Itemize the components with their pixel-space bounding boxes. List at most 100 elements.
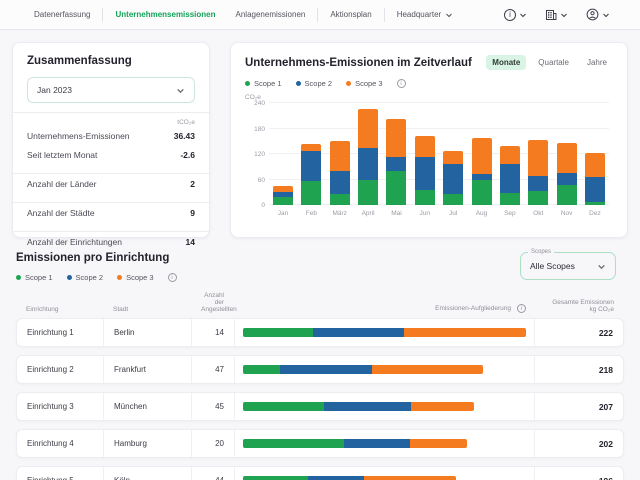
bar-columns: Jan Feb März April Mai Jun Jul Aug Sep Okt Nov Dez bbox=[269, 103, 609, 217]
legend-label: Scope 2 bbox=[75, 273, 104, 282]
timechart-card: Unternehmens-Emissionen im Zeitverlauf M… bbox=[230, 42, 628, 238]
segment-scope-3 bbox=[301, 144, 322, 152]
nav-item-unternehmensemissionen[interactable]: Unternehmensemissionen bbox=[105, 10, 225, 19]
facility-employees: 47 bbox=[192, 356, 235, 383]
segment-scope-2 bbox=[528, 175, 549, 191]
stacked-bar bbox=[386, 119, 407, 205]
facility-total: 207 bbox=[598, 401, 613, 412]
info-menu[interactable]: i bbox=[504, 8, 527, 21]
chevron-down-icon bbox=[598, 264, 605, 269]
summary-row-value: 9 bbox=[190, 207, 195, 218]
stacked-bar bbox=[358, 108, 379, 205]
organization-menu[interactable] bbox=[545, 9, 568, 21]
breakdown-track bbox=[243, 402, 526, 411]
facility-row[interactable]: Einrichtung 1 Berlin 14 222 bbox=[16, 318, 624, 347]
legend-info-icon[interactable]: i bbox=[396, 79, 406, 88]
nav-item-aktionsplan[interactable]: Aktionsplan bbox=[320, 10, 381, 19]
facility-row[interactable]: Einrichtung 3 München 45 207 bbox=[16, 392, 624, 421]
legend-info-icon[interactable]: i bbox=[167, 273, 177, 282]
breakdown-info-icon[interactable]: i bbox=[517, 304, 526, 313]
segment-scope-1 bbox=[528, 190, 549, 205]
facility-breakdown-bar bbox=[235, 467, 535, 480]
segment-scope-2 bbox=[584, 176, 605, 203]
nav-separator bbox=[317, 7, 319, 22]
segment-scope-3 bbox=[443, 151, 464, 165]
bar-column-mai: Mai bbox=[386, 103, 407, 217]
x-axis-label: Jan bbox=[277, 210, 289, 217]
facility-total: 202 bbox=[598, 438, 613, 449]
month-select[interactable]: Jan 2023 bbox=[27, 77, 195, 103]
segment-scope-2 bbox=[386, 157, 407, 172]
y-axis-tick: 120 bbox=[254, 151, 265, 158]
building-icon bbox=[546, 9, 557, 20]
breakdown-track bbox=[243, 365, 526, 374]
tab-monate[interactable]: Monate bbox=[486, 55, 527, 70]
breakdown-segment-scope-3 bbox=[363, 476, 457, 480]
breakdown-track bbox=[243, 328, 526, 337]
legend-label: Scope 1 bbox=[25, 273, 53, 282]
tab-jahre[interactable]: Jahre bbox=[581, 55, 613, 70]
nav-item-label: Anlagenemissionen bbox=[235, 10, 306, 19]
col-total: Gesamte Emissionen kg CO₂e bbox=[552, 299, 614, 313]
facility-city: München bbox=[104, 393, 192, 420]
stacked-bar bbox=[301, 144, 322, 205]
nav-item-datenerfassung[interactable]: Datenerfassung bbox=[24, 10, 100, 19]
x-axis-label: Dez bbox=[589, 210, 601, 217]
breakdown-track bbox=[243, 476, 526, 480]
facility-row[interactable]: Einrichtung 5Köln44 196 bbox=[16, 466, 624, 480]
summary-row-label: Anzahl der Einrichtungen bbox=[27, 236, 122, 247]
breakdown-segment-scope-3 bbox=[372, 365, 484, 374]
summary-row-label: Anzahl der Länder bbox=[27, 178, 97, 189]
breakdown-segment-scope-1 bbox=[243, 365, 280, 374]
facility-row[interactable]: Einrichtung 2 Frankfurt 47 218 bbox=[16, 355, 624, 384]
x-axis-label: Okt bbox=[533, 210, 544, 217]
facility-breakdown-bar bbox=[235, 356, 535, 383]
y-axis-unit: CO₂e bbox=[245, 94, 261, 101]
facility-row[interactable]: Einrichtung 4 Hamburg 20 202 bbox=[16, 429, 624, 458]
facility-breakdown-bar bbox=[235, 430, 535, 457]
facility-name: Einrichtung 4 bbox=[17, 430, 104, 457]
facility-total: 196 bbox=[535, 467, 623, 480]
breakdown-segment-scope-1 bbox=[243, 439, 345, 448]
breakdown-segment-scope-2 bbox=[344, 439, 410, 448]
tab-quartale[interactable]: Quartale bbox=[532, 55, 575, 70]
legend-dot bbox=[346, 81, 352, 86]
facility-city: Berlin bbox=[104, 319, 192, 346]
breakdown-segment-scope-1 bbox=[243, 476, 308, 480]
user-menu[interactable] bbox=[586, 8, 610, 21]
segment-scope-2 bbox=[499, 163, 520, 193]
scopes-select[interactable]: Scopes Alle Scopes bbox=[520, 249, 616, 280]
breakdown-segment-scope-2 bbox=[307, 476, 364, 480]
bar-column-jul: Jul bbox=[443, 103, 464, 217]
facilities-legend-item: Scope 2 bbox=[66, 273, 104, 282]
bar-column-aug: Aug bbox=[471, 103, 492, 217]
stacked-bar bbox=[556, 143, 577, 205]
chart-legend-item: Scope 3 bbox=[346, 79, 383, 88]
bar-column-feb: Feb bbox=[301, 103, 322, 217]
chevron-down-icon bbox=[561, 13, 567, 17]
chart-legend-item: Scope 1 bbox=[245, 79, 282, 88]
breakdown-segment-scope-3 bbox=[410, 402, 474, 411]
nav-right-icons: i bbox=[504, 8, 610, 21]
summary-row: Anzahl der Städte 9 bbox=[27, 203, 195, 222]
stacked-bar bbox=[499, 145, 520, 205]
segment-scope-3 bbox=[358, 108, 379, 149]
segment-scope-2 bbox=[358, 148, 379, 180]
breakdown-segment-scope-2 bbox=[312, 328, 405, 337]
nav-item-anlagenemissionen[interactable]: Anlagenemissionen bbox=[226, 10, 316, 19]
summary-row-value: -2.6 bbox=[180, 149, 195, 160]
stacked-bar bbox=[443, 151, 464, 205]
segment-scope-1 bbox=[414, 190, 435, 205]
nav-item-headquarter[interactable]: Headquarter bbox=[387, 10, 463, 19]
summary-row-label: Anzahl der Städte bbox=[27, 207, 95, 218]
facility-total: 218 bbox=[598, 364, 613, 375]
stacked-bar bbox=[273, 185, 293, 205]
facility-employees: 44 bbox=[192, 467, 235, 480]
legend-dot bbox=[295, 81, 301, 86]
stacked-bar bbox=[414, 135, 435, 205]
segment-scope-1 bbox=[471, 180, 492, 205]
bar-column-nov: Nov bbox=[556, 103, 577, 217]
legend-label: Scope 2 bbox=[304, 79, 333, 88]
top-nav: Datenerfassung Unternehmensemissionen Anla… bbox=[0, 0, 640, 30]
y-axis-tick: 180 bbox=[254, 125, 265, 133]
